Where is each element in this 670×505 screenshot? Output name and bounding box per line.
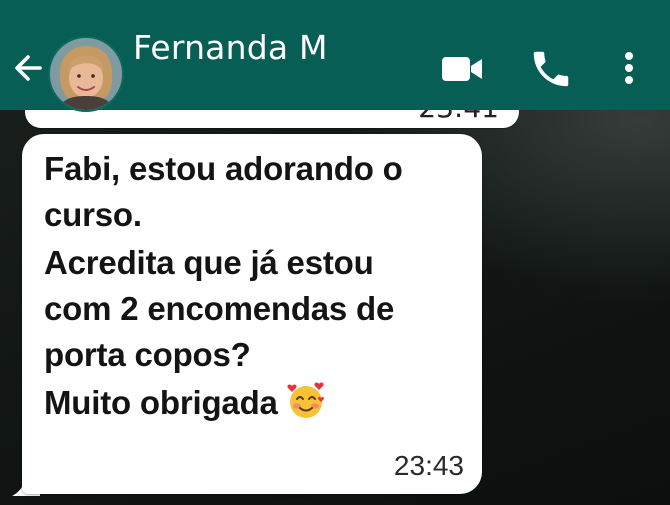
phone-icon[interactable]: [528, 46, 574, 92]
smiling-face-with-hearts-icon: [287, 382, 324, 419]
message-last-line: Muito obrigada: [44, 382, 326, 422]
avatar[interactable]: [48, 36, 124, 112]
more-vertical-icon[interactable]: [616, 48, 642, 88]
chat-header: Fernanda M: [0, 0, 670, 112]
message-time: 23:43: [393, 450, 464, 481]
message-line: curso.: [44, 196, 142, 233]
message-line: Fabi, estou adorando o: [44, 150, 403, 187]
arrow-left-icon[interactable]: [10, 50, 46, 86]
contact-name[interactable]: Fernanda M: [133, 28, 328, 67]
message-line: Acredita que já estou: [44, 244, 374, 281]
message-bubble[interactable]: Fabi, estou adorando o curso. Acredita q…: [22, 134, 482, 494]
message-line: porta copos?: [44, 336, 251, 373]
message-line: com 2 encomendas de: [44, 290, 395, 327]
message-line-text: Muito obrigada: [44, 384, 278, 421]
video-camera-icon[interactable]: [440, 52, 484, 86]
